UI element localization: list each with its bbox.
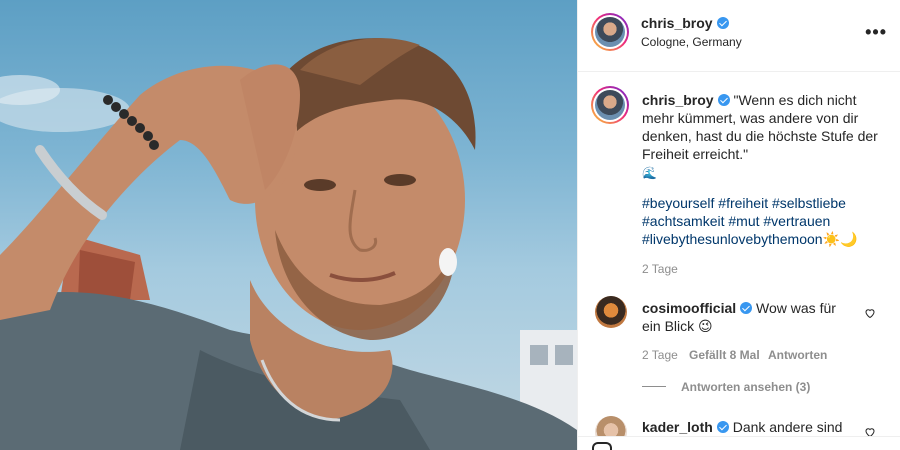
comment: kader_loth Dank andere sind [642, 418, 857, 436]
hashtag[interactable]: #freiheit [718, 195, 768, 211]
comment-username[interactable]: kader_loth [642, 419, 713, 435]
commenter-avatar[interactable] [595, 296, 627, 328]
hashtag[interactable]: #vertrauen [763, 213, 830, 229]
verified-icon [740, 302, 753, 314]
photo-illustration [0, 38, 577, 450]
view-replies-button[interactable]: Antworten ansehen (3) [681, 380, 810, 394]
post-caption: chris_broy "Wenn es dich nicht mehr kümm… [642, 91, 887, 182]
replies-divider [642, 386, 666, 387]
comment-text: Dank andere sind [732, 419, 843, 435]
heart-icon[interactable] [864, 307, 876, 319]
hashtags: #beyourself #freiheit #selbstliebe #acht… [642, 194, 887, 248]
more-options-icon[interactable]: ••• [865, 22, 887, 43]
reply-button[interactable]: Antworten [768, 348, 827, 362]
post-photo[interactable] [0, 0, 577, 450]
post-timestamp[interactable]: 2 Tage [642, 262, 678, 276]
hashtag[interactable]: #mut [728, 213, 759, 229]
caption-emoji: 🌊 [642, 166, 657, 180]
action-bar [578, 436, 900, 450]
caption-author-avatar[interactable] [591, 86, 629, 124]
comment-username[interactable]: cosimoofficial [642, 300, 736, 316]
post-side-panel: chris_broy Cologne, Germany ••• chris_br… [577, 0, 900, 450]
hashtag[interactable]: #beyourself [642, 195, 714, 211]
like-icon[interactable] [592, 442, 612, 450]
author-username-row[interactable]: chris_broy [641, 15, 729, 31]
hashtag[interactable]: #livebythesunlovebythemoon☀️🌙 [642, 231, 857, 247]
verified-icon [716, 17, 729, 29]
verified-icon [717, 94, 730, 106]
comment-time[interactable]: 2 Tage [642, 348, 678, 362]
comment-likes[interactable]: Gefällt 8 Mal [689, 348, 760, 362]
author-avatar[interactable] [591, 13, 629, 51]
comment: cosimoofficial Wow was für ein Blick 😉 [642, 299, 857, 335]
hashtag[interactable]: #selbstliebe [772, 195, 846, 211]
post-location[interactable]: Cologne, Germany [641, 35, 742, 49]
caption-username[interactable]: chris_broy [642, 92, 714, 108]
post-header: chris_broy Cologne, Germany ••• [578, 0, 900, 72]
verified-icon [716, 421, 729, 433]
hashtag[interactable]: #achtsamkeit [642, 213, 724, 229]
author-username[interactable]: chris_broy [641, 15, 713, 31]
